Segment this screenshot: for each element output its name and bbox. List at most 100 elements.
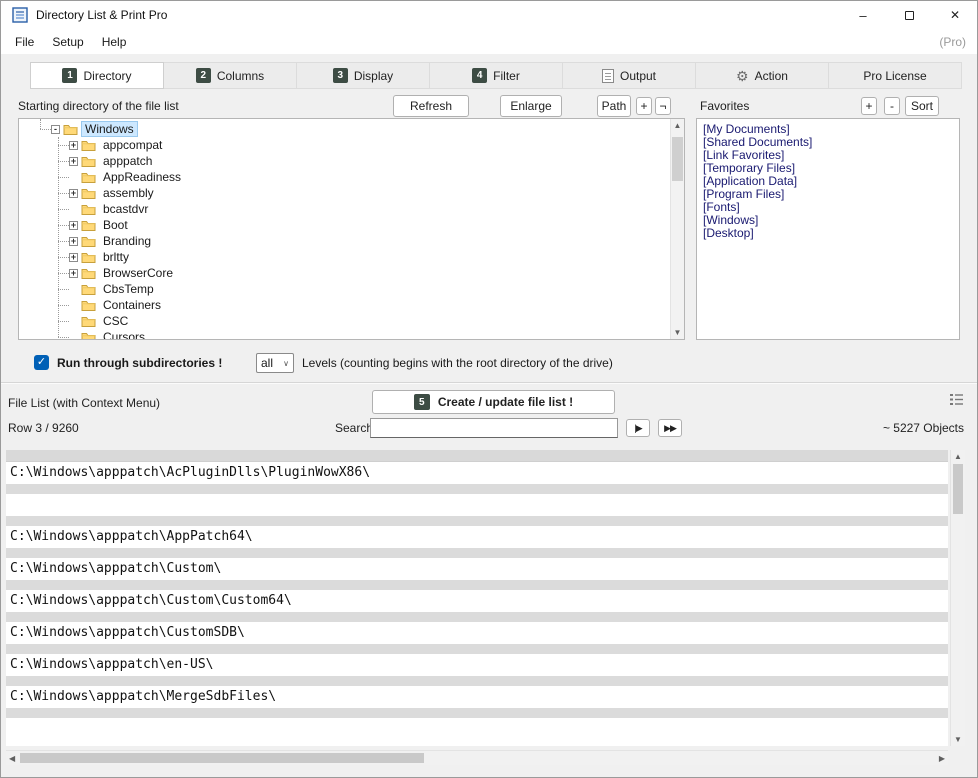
tree-item-appreadiness[interactable]: AppReadiness bbox=[19, 169, 684, 185]
tree-item-cbstemp[interactable]: CbsTemp bbox=[19, 281, 684, 297]
menu-setup[interactable]: Setup bbox=[43, 30, 92, 54]
scroll-up-arrow-icon[interactable]: ▲ bbox=[671, 121, 684, 130]
tree-connector-stub bbox=[58, 336, 69, 338]
favorites-add-button[interactable]: + bbox=[861, 97, 877, 115]
folder-icon bbox=[81, 155, 96, 167]
close-button[interactable]: ✕ bbox=[932, 0, 978, 30]
expand-box-icon[interactable]: + bbox=[69, 188, 78, 198]
folder-icon bbox=[63, 123, 78, 135]
tree-connector-stub bbox=[58, 144, 69, 146]
folder-icon bbox=[81, 315, 96, 327]
file-list-horizontal-scrollbar[interactable]: ◀ ▶ bbox=[6, 750, 948, 765]
folder-icon bbox=[81, 219, 96, 231]
tab-action[interactable]: ⚙ Action bbox=[696, 62, 829, 89]
row-separator bbox=[6, 708, 948, 718]
tree-item-branding[interactable]: + Branding bbox=[19, 233, 684, 249]
tab-directory[interactable]: 1 Directory bbox=[30, 62, 164, 89]
search-row: Row 3 / 9260 Search |▶ ▶▶ ~ 5227 Objects bbox=[0, 418, 978, 440]
scroll-left-arrow-icon[interactable]: ◀ bbox=[9, 754, 15, 763]
levels-dropdown[interactable]: all ∨ bbox=[256, 353, 294, 373]
menu-file[interactable]: File bbox=[6, 30, 43, 54]
file-list-row[interactable]: C:\Windows\apppatch\MergeSdbFiles\ bbox=[6, 686, 948, 708]
file-list-row[interactable]: C:\Windows\apppatch\AppPatch64\ bbox=[6, 526, 948, 548]
tree-item-boot[interactable]: + Boot bbox=[19, 217, 684, 233]
run-subdirectories-checkbox[interactable]: ✓ bbox=[34, 355, 49, 370]
expand-box-icon[interactable]: + bbox=[69, 236, 78, 246]
favorites-sort-button[interactable]: Sort bbox=[905, 96, 939, 116]
maximize-button[interactable] bbox=[886, 0, 932, 30]
tab-label: Action bbox=[754, 68, 788, 83]
file-list-vertical-scrollbar[interactable]: ▲ ▼ bbox=[950, 450, 965, 746]
minimize-button[interactable]: – bbox=[840, 0, 886, 30]
scroll-right-arrow-icon[interactable]: ▶ bbox=[939, 754, 945, 763]
scroll-down-arrow-icon[interactable]: ▼ bbox=[671, 328, 684, 337]
scrollbar-thumb[interactable] bbox=[20, 753, 424, 763]
list-layout-icon[interactable] bbox=[949, 393, 964, 409]
tree-connector-stub bbox=[58, 176, 69, 178]
file-list-row[interactable]: C:\Windows\apppatch\CustomSDB\ bbox=[6, 622, 948, 644]
scroll-up-arrow-icon[interactable]: ▲ bbox=[951, 452, 965, 461]
tab-number-badge: 4 bbox=[472, 68, 488, 83]
tree-item-label: apppatch bbox=[103, 154, 153, 168]
file-list-row[interactable]: C:\Windows\apppatch\Custom\ bbox=[6, 558, 948, 580]
create-file-list-button[interactable]: 5 Create / update file list ! bbox=[372, 390, 615, 414]
scrollbar-thumb[interactable] bbox=[672, 137, 683, 181]
file-list-row[interactable]: C:\Windows\apppatch\AcPluginDlls\PluginW… bbox=[6, 462, 948, 484]
folder-icon bbox=[81, 251, 96, 263]
tree-item-apppatch[interactable]: + apppatch bbox=[19, 153, 684, 169]
expand-box-icon[interactable]: + bbox=[69, 156, 78, 166]
collapse-tree-button[interactable]: ¬ bbox=[655, 97, 671, 115]
find-next-button[interactable]: |▶ bbox=[626, 419, 650, 437]
favorites-remove-button[interactable]: - bbox=[884, 97, 900, 115]
tab-columns[interactable]: 2 Columns bbox=[164, 62, 297, 89]
expand-box-icon[interactable]: + bbox=[69, 220, 78, 230]
tree-item-cursors[interactable]: Cursors bbox=[19, 329, 684, 340]
folder-icon bbox=[81, 235, 96, 247]
tree-connector-stub bbox=[58, 288, 69, 290]
tree-vertical-scrollbar[interactable]: ▲ ▼ bbox=[670, 119, 684, 339]
expand-box-icon[interactable]: + bbox=[69, 140, 78, 150]
favorite-item[interactable]: [Desktop] bbox=[697, 227, 959, 240]
file-list-row[interactable] bbox=[6, 494, 948, 516]
search-label: Search bbox=[335, 421, 374, 435]
run-subdirectories-label: Run through subdirectories ! bbox=[57, 356, 223, 370]
tab-number-badge: 2 bbox=[195, 68, 211, 83]
expand-tree-button[interactable]: + bbox=[636, 97, 652, 115]
menu-help[interactable]: Help bbox=[93, 30, 136, 54]
row-separator bbox=[6, 516, 948, 526]
tab-display[interactable]: 3 Display bbox=[297, 62, 430, 89]
tab-strip: 1 Directory 2 Columns 3 Display 4 Filter Output ⚙… bbox=[30, 62, 962, 89]
tree-item-label: BrowserCore bbox=[103, 266, 174, 280]
search-input[interactable] bbox=[370, 418, 618, 438]
collapse-box-icon[interactable]: - bbox=[51, 124, 60, 134]
tree-item-label: Cursors bbox=[103, 330, 146, 340]
tree-item-appcompat[interactable]: + appcompat bbox=[19, 137, 684, 153]
tree-item-containers[interactable]: Containers bbox=[19, 297, 684, 313]
favorites-panel: [My Documents] [Shared Documents] [Link Fa… bbox=[696, 118, 960, 340]
tree-item-brltty[interactable]: + brltty bbox=[19, 249, 684, 265]
scroll-down-arrow-icon[interactable]: ▼ bbox=[951, 735, 965, 744]
file-list-row[interactable]: C:\Windows\apppatch\Custom\Custom64\ bbox=[6, 590, 948, 612]
tree-item-windows[interactable]: - Windows bbox=[19, 121, 684, 137]
find-all-button[interactable]: ▶▶ bbox=[658, 419, 682, 437]
tab-filter[interactable]: 4 Filter bbox=[430, 62, 563, 89]
scrollbar-thumb[interactable] bbox=[953, 464, 963, 514]
tree-item-csc[interactable]: CSC bbox=[19, 313, 684, 329]
tree-connector-stub bbox=[58, 240, 69, 242]
tree-item-browsercore[interactable]: + BrowserCore bbox=[19, 265, 684, 281]
tree-connector-stub bbox=[58, 320, 69, 322]
enlarge-button[interactable]: Enlarge bbox=[500, 95, 562, 117]
tree-item-assembly[interactable]: + assembly bbox=[19, 185, 684, 201]
tab-pro-license[interactable]: Pro License bbox=[829, 62, 962, 89]
expand-box-icon[interactable]: + bbox=[69, 252, 78, 262]
tree-item-label: bcastdvr bbox=[103, 202, 149, 216]
tree-item-label: Branding bbox=[103, 234, 152, 248]
expand-box-icon[interactable]: + bbox=[69, 268, 78, 278]
file-list-row[interactable]: C:\Windows\apppatch\en-US\ bbox=[6, 654, 948, 676]
tree-connector-stub bbox=[58, 160, 69, 162]
refresh-button[interactable]: Refresh bbox=[393, 95, 469, 117]
path-button[interactable]: Path bbox=[597, 95, 631, 117]
directory-controls-row: Starting directory of the file list Refr… bbox=[0, 95, 978, 119]
tab-output[interactable]: Output bbox=[563, 62, 696, 89]
tree-item-bcastdvr[interactable]: bcastdvr bbox=[19, 201, 684, 217]
